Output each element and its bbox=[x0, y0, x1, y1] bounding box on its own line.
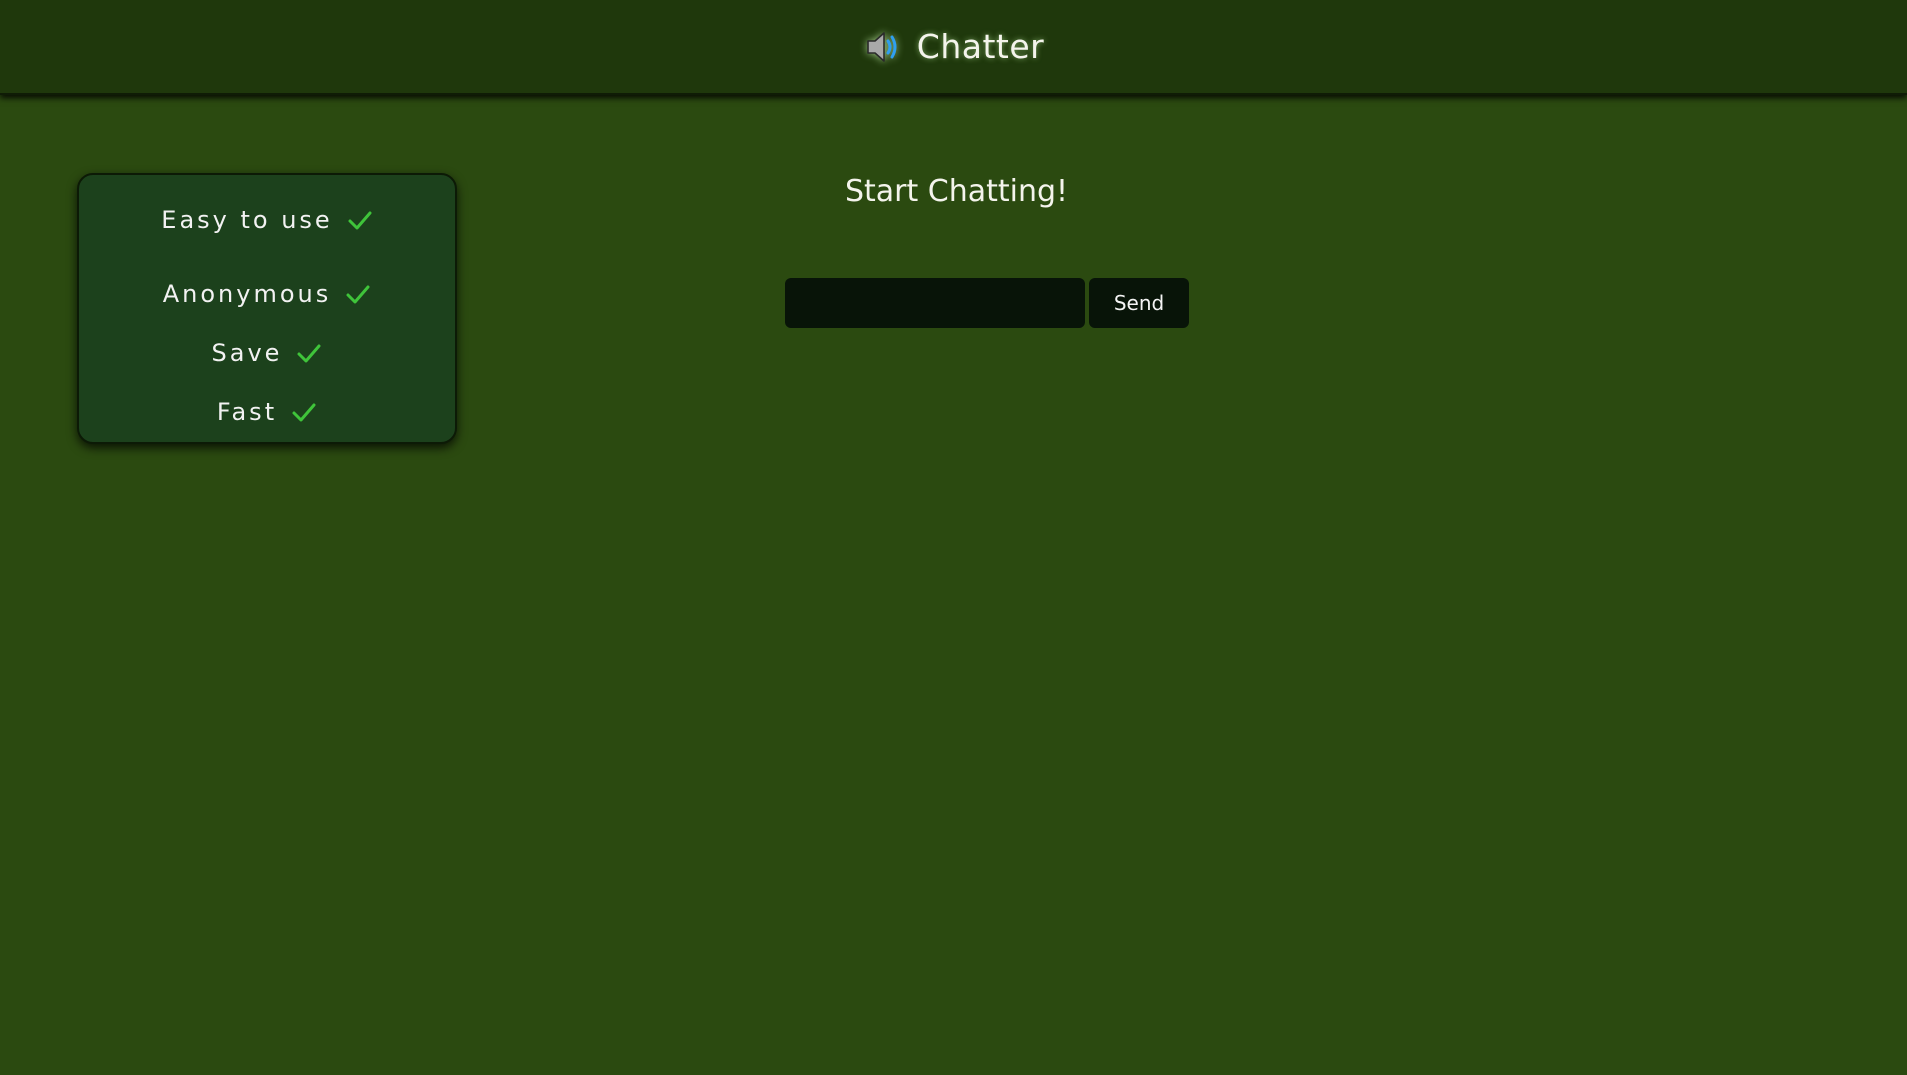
feature-list: Easy to use Anonymous Save Fast bbox=[77, 173, 457, 444]
check-icon bbox=[345, 283, 371, 305]
brand: Chatter bbox=[863, 27, 1044, 67]
message-input[interactable] bbox=[785, 278, 1085, 328]
speaker-icon bbox=[863, 27, 903, 67]
app-title: Chatter bbox=[916, 27, 1045, 66]
feature-label: Save bbox=[211, 338, 283, 367]
chat-heading: Start Chatting! bbox=[844, 174, 1069, 209]
feature-label: Fast bbox=[216, 397, 278, 426]
check-icon bbox=[296, 342, 322, 364]
feature-item-easy-to-use: Easy to use bbox=[161, 205, 372, 235]
feature-item-anonymous: Anonymous bbox=[163, 264, 372, 323]
check-icon bbox=[347, 209, 373, 231]
send-button[interactable]: Send bbox=[1089, 278, 1189, 328]
feature-item-fast: Fast bbox=[217, 382, 317, 441]
top-bar: Chatter bbox=[0, 0, 1907, 95]
feature-label: Anonymous bbox=[162, 279, 332, 308]
feature-item-save: Save bbox=[212, 323, 323, 382]
check-icon bbox=[291, 401, 317, 423]
feature-label: Easy to use bbox=[161, 206, 333, 234]
